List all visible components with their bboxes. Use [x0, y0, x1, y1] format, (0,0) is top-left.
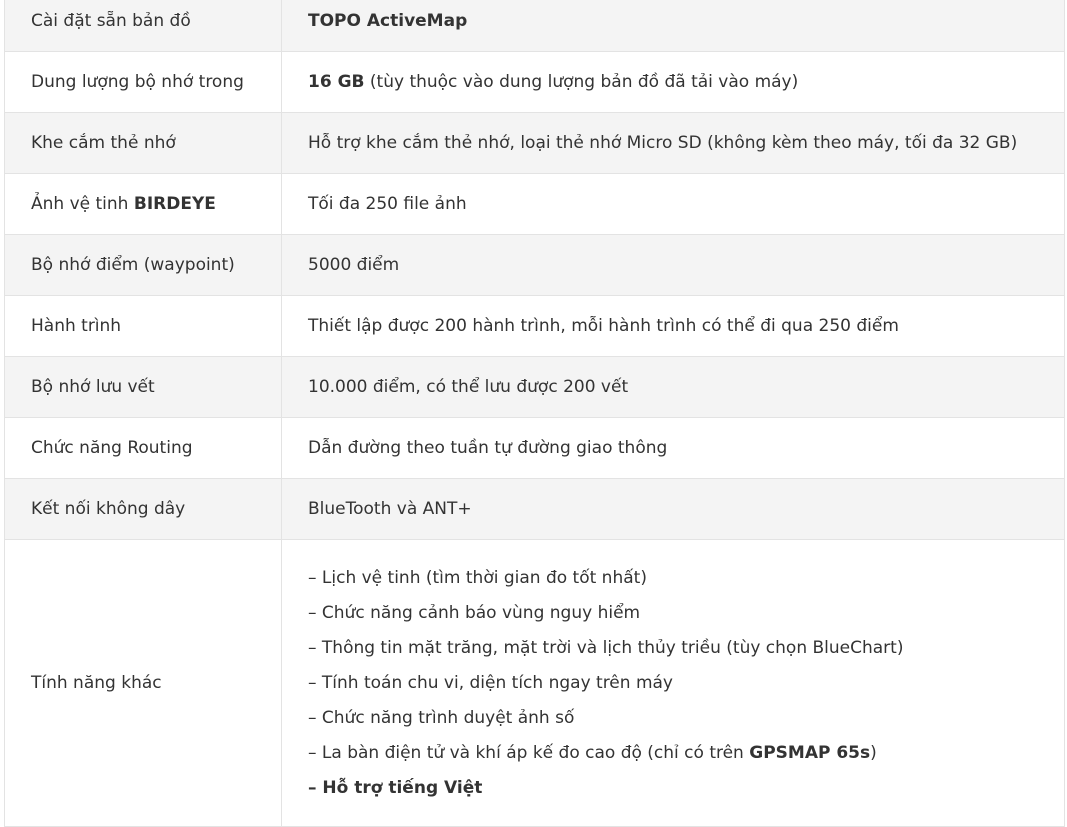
- spec-row-other-features: Tính năng khác – Lịch vệ tinh (tìm thời …: [4, 539, 1065, 827]
- spec-value: 10.000 điểm, có thể lưu được 200 vết: [281, 356, 1065, 418]
- spec-value-bold: TOPO ActiveMap: [308, 10, 468, 31]
- spec-row-routes: Hành trình Thiết lập được 200 hành trình…: [4, 295, 1065, 357]
- spec-label: Cài đặt sẵn bản đồ: [4, 0, 282, 52]
- feature-item-compass: – La bàn điện tử và khí áp kế đo cao độ …: [308, 736, 1038, 771]
- spec-value: Thiết lập được 200 hành trình, mỗi hành …: [281, 295, 1065, 357]
- spec-value-bold: 16 GB: [308, 71, 365, 92]
- spec-row-wireless: Kết nối không dây BlueTooth và ANT+: [4, 478, 1065, 540]
- spec-value: TOPO ActiveMap: [281, 0, 1065, 52]
- spec-value: Dẫn đường theo tuần tự đường giao thông: [281, 417, 1065, 479]
- feature-item: – Chức năng trình duyệt ảnh số: [308, 707, 575, 728]
- feature-item: – Chức năng cảnh báo vùng nguy hiểm: [308, 602, 641, 623]
- spec-row-memory-card-slot: Khe cắm thẻ nhớ Hỗ trợ khe cắm thẻ nhớ, …: [4, 112, 1065, 174]
- spec-row-track-memory: Bộ nhớ lưu vết 10.000 điểm, có thể lưu đ…: [4, 356, 1065, 418]
- spec-value: Tối đa 250 file ảnh: [281, 173, 1065, 235]
- feature-text: ): [870, 742, 877, 763]
- spec-label: Kết nối không dây: [4, 478, 282, 540]
- spec-table: Cài đặt sẵn bản đồ TOPO ActiveMap Dung l…: [4, 0, 1065, 827]
- spec-row-birdeye: Ảnh vệ tinh BIRDEYE Tối đa 250 file ảnh: [4, 173, 1065, 235]
- spec-label: Khe cắm thẻ nhớ: [4, 112, 282, 174]
- spec-value: BlueTooth và ANT+: [281, 478, 1065, 540]
- spec-value: 5000 điểm: [281, 234, 1065, 296]
- spec-label: Bộ nhớ lưu vết: [4, 356, 282, 418]
- spec-label: Ảnh vệ tinh BIRDEYE: [4, 173, 282, 235]
- spec-label: Chức năng Routing: [4, 417, 282, 479]
- feature-text: – La bàn điện tử và khí áp kế đo cao độ …: [308, 742, 750, 763]
- feature-item: – Lịch vệ tinh (tìm thời gian đo tốt nhấ…: [308, 567, 647, 588]
- feature-list: – Lịch vệ tinh (tìm thời gian đo tốt nhấ…: [308, 561, 1038, 806]
- spec-value-text: (tùy thuộc vào dung lượng bản đồ đã tải …: [364, 71, 799, 92]
- spec-label-text: Ảnh vệ tinh: [31, 193, 134, 214]
- feature-item: – Tính toán chu vi, diện tích ngay trên …: [308, 672, 673, 693]
- feature-item-vietnamese: – Hỗ trợ tiếng Việt: [308, 777, 483, 798]
- feature-item: – Thông tin mặt trăng, mặt trời và lịch …: [308, 637, 904, 658]
- spec-value: 16 GB (tùy thuộc vào dung lượng bản đồ đ…: [281, 51, 1065, 113]
- spec-label: Dung lượng bộ nhớ trong: [4, 51, 282, 113]
- spec-row-preinstalled-map: Cài đặt sẵn bản đồ TOPO ActiveMap: [4, 0, 1065, 52]
- spec-label: Bộ nhớ điểm (waypoint): [4, 234, 282, 296]
- spec-value: – Lịch vệ tinh (tìm thời gian đo tốt nhấ…: [281, 539, 1065, 827]
- spec-value: Hỗ trợ khe cắm thẻ nhớ, loại thẻ nhớ Mic…: [281, 112, 1065, 174]
- spec-row-waypoint: Bộ nhớ điểm (waypoint) 5000 điểm: [4, 234, 1065, 296]
- feature-model-name: GPSMAP 65s: [749, 742, 871, 763]
- spec-label: Hành trình: [4, 295, 282, 357]
- spec-row-routing: Chức năng Routing Dẫn đường theo tuần tự…: [4, 417, 1065, 479]
- spec-label-bold: BIRDEYE: [133, 193, 216, 214]
- spec-row-internal-memory: Dung lượng bộ nhớ trong 16 GB (tùy thuộc…: [4, 51, 1065, 113]
- spec-label: Tính năng khác: [4, 539, 282, 827]
